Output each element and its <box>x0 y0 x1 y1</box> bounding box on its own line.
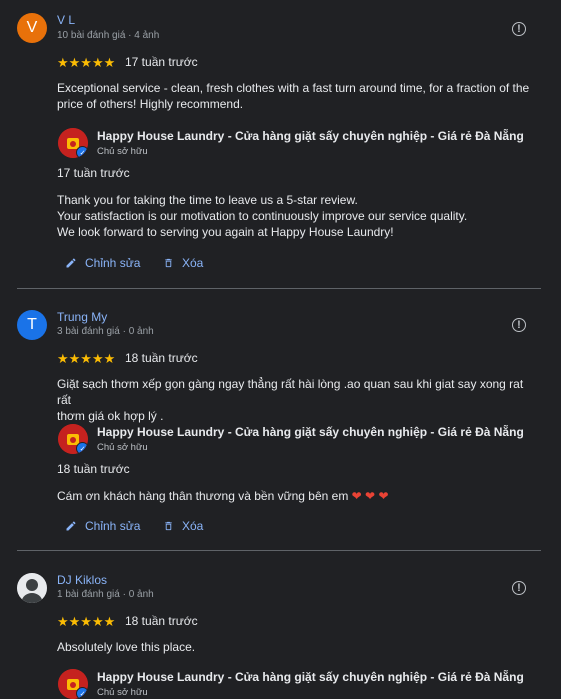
info-icon[interactable]: ! <box>512 22 526 36</box>
review-time: 17 tuần trước <box>125 55 198 69</box>
star-rating: ★★★★★ <box>57 55 116 70</box>
edit-label: Chỉnh sửa <box>85 256 141 270</box>
pencil-icon <box>66 258 76 268</box>
owner-name[interactable]: Happy House Laundry - Cửa hàng giặt sấy … <box>97 670 524 684</box>
reviewer-name[interactable]: V L <box>57 13 75 27</box>
verified-icon: ✓ <box>76 687 88 699</box>
delete-label: Xóa <box>182 256 204 270</box>
owner-logo: ✓ <box>58 669 88 699</box>
review-text-line: Exceptional service - clean, fresh cloth… <box>57 81 530 95</box>
reply-text-line: Thank you for taking the time to leave u… <box>57 193 358 207</box>
delete-reply-button[interactable]: Xóa <box>163 519 203 533</box>
edit-reply-button[interactable]: Chỉnh sửa <box>65 256 140 270</box>
owner-logo: ✓ <box>58 128 88 158</box>
verified-icon: ✓ <box>76 442 88 454</box>
info-icon[interactable]: ! <box>512 581 526 595</box>
star-rating: ★★★★★ <box>57 614 116 629</box>
review-time: 18 tuần trước <box>125 614 198 628</box>
owner-role: Chủ sở hữu <box>97 146 148 157</box>
delete-reply-button[interactable]: Xóa <box>163 256 203 270</box>
reviewer-meta: 3 bài đánh giá · 0 ảnh <box>57 326 154 337</box>
info-icon[interactable]: ! <box>512 318 526 332</box>
review-time: 18 tuần trước <box>125 351 198 365</box>
owner-role: Chủ sở hữu <box>97 442 148 453</box>
reply-text: Thank you for taking the time to leave u… <box>57 192 537 240</box>
reviewer-avatar[interactable]: V <box>17 13 47 43</box>
reply-text: Cám ơn khách hàng thân thương và bền vữn… <box>57 488 537 504</box>
reviewer-name[interactable]: DJ Kiklos <box>57 573 107 587</box>
delete-label: Xóa <box>182 519 204 533</box>
pencil-icon <box>66 521 76 531</box>
review-text: Giặt sạch thơm xếp gọn gàng ngay thẳng r… <box>57 376 537 424</box>
heart-icon: ❤ ❤ ❤ <box>351 489 389 503</box>
owner-name[interactable]: Happy House Laundry - Cửa hàng giặt sấy … <box>97 129 524 143</box>
verified-icon: ✓ <box>76 146 88 158</box>
star-rating: ★★★★★ <box>57 351 116 366</box>
reviewer-avatar[interactable] <box>17 573 47 603</box>
reply-text-line: We look forward to serving you again at … <box>57 225 394 239</box>
review-text: Exceptional service - clean, fresh cloth… <box>57 80 537 112</box>
edit-reply-button[interactable]: Chỉnh sửa <box>65 519 140 533</box>
reply-time: 17 tuần trước <box>57 166 130 180</box>
reviewer-avatar[interactable]: T <box>17 310 47 340</box>
review-text-line: thơm giá ok hợp lý . <box>57 409 164 423</box>
owner-role: Chủ sở hữu <box>97 687 148 698</box>
trash-icon <box>165 521 172 531</box>
owner-name[interactable]: Happy House Laundry - Cửa hàng giặt sấy … <box>97 425 524 439</box>
divider <box>17 288 541 289</box>
edit-label: Chỉnh sửa <box>85 519 141 533</box>
reviewer-meta: 1 bài đánh giá · 0 ảnh <box>57 589 154 600</box>
divider <box>17 550 541 551</box>
review-text: Absolutely love this place. <box>57 640 196 654</box>
owner-logo: ✓ <box>58 424 88 454</box>
reply-text-line: Your satisfaction is our motivation to c… <box>57 209 468 223</box>
trash-icon <box>165 258 172 268</box>
reviewer-name[interactable]: Trung My <box>57 310 107 324</box>
reply-text-line: Cám ơn khách hàng thân thương và bền vữn… <box>57 489 349 503</box>
user-photo-icon <box>17 573 47 603</box>
review-text-line: Giặt sạch thơm xếp gọn gàng ngay thẳng r… <box>57 377 524 407</box>
reviewer-meta: 10 bài đánh giá · 4 ảnh <box>57 30 160 41</box>
review-text-line: price of others! Highly recommend. <box>57 97 244 111</box>
reply-time: 18 tuần trước <box>57 462 130 476</box>
